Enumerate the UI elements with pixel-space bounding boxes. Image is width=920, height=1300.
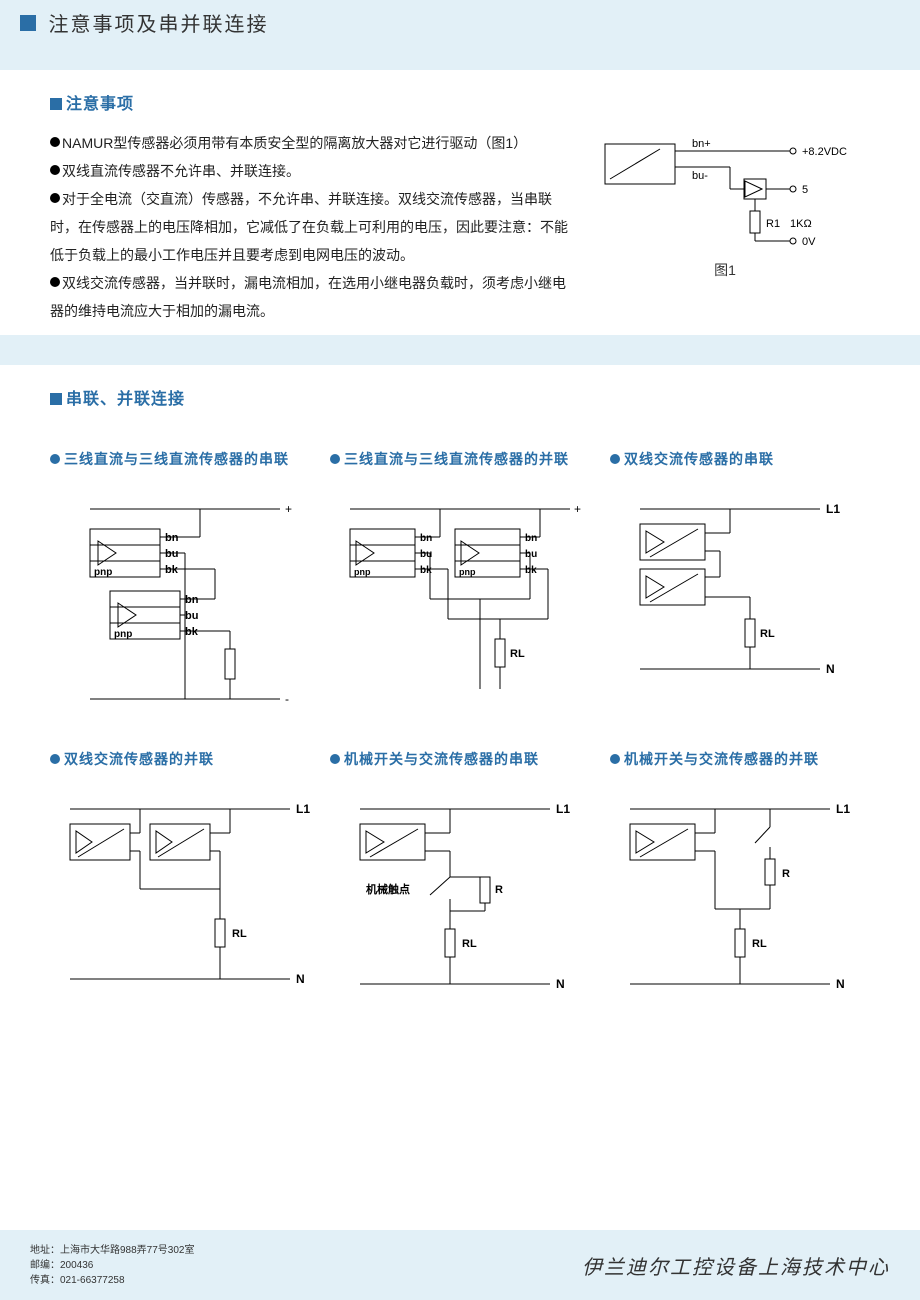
note-item: 双线直流传感器不允许串、并联连接。 [62, 163, 300, 179]
footer-zip: 200436 [60, 1260, 93, 1271]
label-pnp: pnp [114, 629, 132, 640]
figure-1-label: 图1 [600, 260, 850, 280]
dot-icon [610, 754, 620, 764]
footer-contact: 地址：上海市大华路988弄77号302室 邮编：200436 传真：021-66… [30, 1243, 195, 1288]
connections-section: 串联、并联连接 三线直流与三线直流传感器的串联 [0, 365, 920, 1019]
fig1-v82: +8.2VDC [802, 146, 847, 158]
fig1-1k: 1KΩ [790, 218, 812, 230]
diagram-3wire-dc-parallel: 三线直流与三线直流传感器的并联 [330, 449, 590, 719]
fig1-0v: 0V [802, 236, 816, 248]
label-n: N [296, 972, 305, 986]
connections-heading: 串联、并联连接 [50, 385, 870, 409]
footer-fax-label: 传真： [30, 1275, 60, 1286]
label-l1: L1 [826, 502, 840, 516]
square-marker-icon [50, 393, 62, 405]
label-pnp: pnp [354, 567, 371, 577]
label-bn: bn [525, 533, 537, 544]
label-bu: bu [165, 548, 178, 560]
dot-icon [330, 454, 340, 464]
connections-heading-text: 串联、并联连接 [66, 391, 185, 408]
label-bk: bk [165, 564, 179, 576]
footer-address-label: 地址： [30, 1245, 60, 1256]
note-item: 双线交流传感器，当并联时，漏电流相加，在选用小继电器负载时，须考虑小继电器的维持… [50, 275, 566, 319]
dot-icon [610, 454, 620, 464]
footer-company: 伊兰迪尔工控设备上海技术中心 [582, 1251, 890, 1280]
fig1-bn: bn+ [692, 138, 711, 150]
label-rl: RL [510, 648, 525, 660]
note-item: NAMUR型传感器必须用带有本质安全型的隔离放大器对它进行驱动（图1） [62, 135, 527, 151]
header-spacer [0, 40, 920, 70]
footer-fax: 021-66377258 [60, 1275, 125, 1286]
fig1-5: 5 [802, 184, 808, 196]
label-bu: bu [525, 549, 537, 560]
label-rl: RL [232, 928, 247, 940]
diagram-3wire-dc-series: 三线直流与三线直流传感器的串联 [50, 449, 310, 719]
label-bk: bk [185, 626, 199, 638]
bullet-icon [50, 193, 60, 203]
diagram-title: 机械开关与交流传感器的串联 [344, 751, 539, 767]
notes-heading-text: 注意事项 [66, 96, 134, 113]
square-marker-icon [50, 98, 62, 110]
page-footer: 地址：上海市大华路988弄77号302室 邮编：200436 传真：021-66… [0, 1230, 920, 1300]
label-plus: + [574, 502, 581, 516]
notes-body: NAMUR型传感器必须用带有本质安全型的隔离放大器对它进行驱动（图1） 双线直流… [50, 129, 570, 325]
figure-1-svg: bn+ bu- +8.2VDC 5 R1 1KΩ 0V [600, 129, 850, 249]
diagram-mech-ac-parallel: 机械开关与交流传感器的并联 [610, 749, 870, 1009]
footer-address: 上海市大华路988弄77号302室 [60, 1245, 195, 1256]
diagram-title: 三线直流与三线直流传感器的串联 [64, 451, 289, 467]
label-bn: bn [185, 594, 199, 606]
label-pnp: pnp [459, 567, 476, 577]
fig1-r1: R1 [766, 218, 780, 230]
label-rl: RL [760, 628, 775, 640]
diagram-2wire-ac-series: 双线交流传感器的串联 L1 [610, 449, 870, 719]
dot-icon [50, 454, 60, 464]
diagram-title: 双线交流传感器的串联 [624, 451, 774, 467]
label-r: R [495, 884, 503, 896]
label-l1: L1 [296, 802, 310, 816]
notes-heading: 注意事项 [50, 90, 870, 114]
label-bk: bk [525, 565, 537, 576]
dot-icon [330, 754, 340, 764]
bullet-icon [50, 277, 60, 287]
label-n: N [836, 977, 845, 991]
diagram-title: 机械开关与交流传感器的并联 [624, 751, 819, 767]
label-l1: L1 [556, 802, 570, 816]
label-l1: L1 [836, 802, 850, 816]
footer-zip-label: 邮编： [30, 1260, 60, 1271]
label-bu: bu [420, 549, 432, 560]
note-item: 对于全电流（交直流）传感器，不允许串、并联连接。双线交流传感器，当串联时，在传感… [50, 191, 568, 263]
diagram-2wire-ac-parallel: 双线交流传感器的并联 [50, 749, 310, 1009]
diagram-title: 双线交流传感器的并联 [64, 751, 214, 767]
diagram-title: 三线直流与三线直流传感器的并联 [344, 451, 569, 467]
fig1-bu: bu- [692, 170, 708, 182]
bullet-icon [50, 137, 60, 147]
label-minus: - [285, 692, 289, 706]
header-marker-icon [20, 15, 36, 31]
label-bu: bu [185, 610, 198, 622]
dot-icon [50, 754, 60, 764]
label-bn: bn [420, 533, 432, 544]
bullet-icon [50, 165, 60, 175]
label-pnp: pnp [94, 567, 112, 578]
label-n: N [826, 662, 835, 676]
label-rl: RL [462, 938, 477, 950]
page-header: 注意事项及串并联连接 [0, 0, 920, 40]
mid-spacer [0, 335, 920, 365]
label-bn: bn [165, 532, 179, 544]
notes-section: 注意事项 NAMUR型传感器必须用带有本质安全型的隔离放大器对它进行驱动（图1）… [0, 70, 920, 335]
label-n: N [556, 977, 565, 991]
label-contact: 机械触点 [366, 882, 410, 896]
label-bk: bk [420, 565, 432, 576]
page-title: 注意事项及串并联连接 [48, 14, 268, 36]
figure-1: bn+ bu- +8.2VDC 5 R1 1KΩ 0V 图1 [600, 129, 850, 280]
label-plus: + [285, 502, 292, 516]
diagram-mech-ac-series: 机械开关与交流传感器的串联 [330, 749, 590, 1009]
label-rl: RL [752, 938, 767, 950]
label-r: R [782, 868, 790, 880]
